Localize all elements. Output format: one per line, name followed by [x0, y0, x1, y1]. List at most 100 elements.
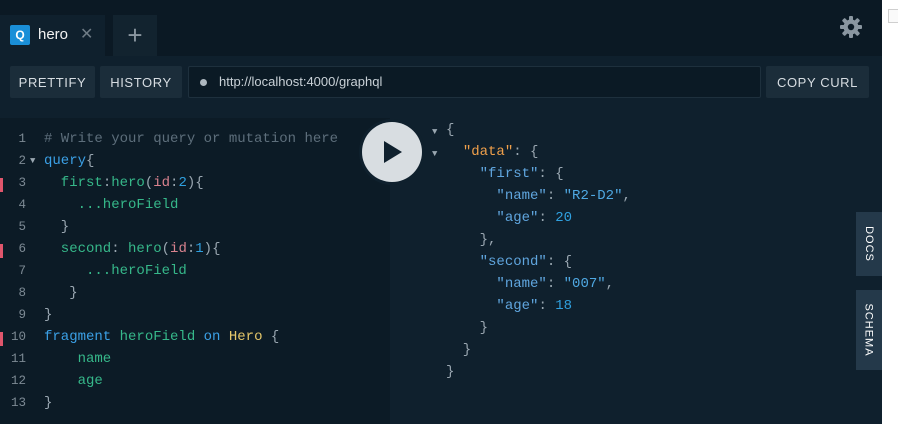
- result-viewer: { "data": { "first": { "name": "R2-D2", …: [390, 118, 856, 424]
- schema-tab[interactable]: SCHEMA: [856, 290, 882, 370]
- code-token: ){: [203, 241, 221, 257]
- result-line: "name": "R2-D2",: [446, 188, 630, 210]
- line-number: 4: [18, 198, 26, 212]
- code-text: }: [44, 219, 69, 235]
- result-token: "name": [496, 188, 547, 204]
- line-number: 8: [18, 286, 26, 300]
- editor-line: 11 name: [0, 350, 390, 372]
- line-number: 12: [10, 374, 26, 388]
- code-token: ...heroField: [44, 263, 187, 279]
- code-token: }: [44, 395, 53, 411]
- code-token: }: [44, 219, 70, 235]
- result-token: : {: [538, 166, 564, 182]
- code-token: age: [44, 373, 103, 389]
- code-text: }: [44, 285, 77, 301]
- result-line: "age": 18: [446, 298, 572, 320]
- editor-line: 5 }: [0, 218, 390, 240]
- docs-tab[interactable]: DOCS: [856, 212, 882, 276]
- code-text: query{: [44, 153, 94, 169]
- query-editor[interactable]: 1 # Write your query or mutation here 2 ▼ qu…: [0, 118, 390, 424]
- result-token: "data": [462, 144, 514, 160]
- result-token: :: [546, 188, 564, 204]
- code-text: # Write your query or mutation here: [44, 131, 338, 147]
- close-icon[interactable]: ✕: [80, 24, 93, 44]
- line-number: 6: [18, 242, 26, 256]
- editor-line: 1 # Write your query or mutation here: [0, 130, 390, 152]
- editor-line: 4 ...heroField: [0, 196, 390, 218]
- result-token: "007": [563, 276, 606, 292]
- result-token: : {: [546, 254, 573, 270]
- query-icon: Q: [10, 25, 30, 45]
- line-number: 10: [10, 330, 26, 344]
- code-text: ...heroField: [44, 197, 179, 213]
- code-text: first:hero(id:2){: [44, 175, 204, 191]
- result-token: }: [446, 364, 455, 380]
- editor-line: 12 age: [0, 372, 390, 394]
- code-token: :: [111, 241, 129, 257]
- code-token: on: [195, 329, 229, 345]
- line-number: 3: [18, 176, 26, 190]
- code-text: }: [44, 307, 52, 323]
- gear-icon[interactable]: [839, 15, 863, 39]
- result-token: "age": [496, 210, 539, 226]
- result-token: :: [538, 298, 556, 314]
- code-token: ){: [186, 175, 204, 191]
- history-button[interactable]: HISTORY: [100, 66, 182, 98]
- result-line: "age": 20: [446, 210, 572, 232]
- prettify-button[interactable]: PRETTIFY: [10, 66, 95, 98]
- code-text: }: [44, 395, 52, 411]
- plus-icon[interactable]: +: [113, 15, 157, 56]
- editor-line: 9}: [0, 306, 390, 328]
- code-token: first: [44, 175, 103, 191]
- run-button[interactable]: [359, 119, 425, 185]
- line-number: 2: [18, 154, 26, 168]
- code-token: 1: [195, 241, 204, 257]
- result-token: [446, 166, 480, 182]
- code-text: age: [44, 373, 103, 389]
- result-line: "first": {: [446, 166, 564, 188]
- tab-hero[interactable]: Q hero ✕: [0, 15, 105, 56]
- code-token: heroField: [119, 329, 196, 345]
- toolbar: PRETTIFY HISTORY http://localhost:4000/g…: [0, 56, 882, 110]
- result-token: }: [446, 342, 472, 358]
- docs-tab-label: DOCS: [863, 226, 875, 262]
- code-token: hero: [128, 241, 162, 257]
- tab-bar: Q hero ✕ +: [0, 0, 882, 56]
- edge-widget: [888, 9, 898, 23]
- result-token: "name": [496, 276, 547, 292]
- result-line: },: [446, 232, 497, 254]
- result-line: }: [446, 364, 454, 386]
- code-text: second: hero(id:1){: [44, 241, 221, 257]
- result-token: [446, 276, 496, 292]
- result-token: [446, 188, 496, 204]
- code-token: (: [161, 241, 171, 257]
- copy-curl-button[interactable]: COPY CURL: [766, 66, 869, 98]
- editor-line: 8 }: [0, 284, 390, 306]
- editor-line: 3 first:hero(id:2){: [0, 174, 390, 196]
- code-token: :: [102, 175, 112, 191]
- result-token: 18: [555, 298, 573, 314]
- code-token: id: [170, 241, 187, 257]
- result-token: [446, 144, 463, 160]
- code-token: # Write your query or mutation here: [44, 131, 339, 147]
- result-token: {: [446, 122, 455, 138]
- result-line: "second": {: [446, 254, 572, 276]
- connection-status-icon: [200, 79, 207, 86]
- result-line: {: [446, 122, 454, 144]
- line-number: 5: [18, 220, 26, 234]
- result-token: },: [446, 232, 497, 248]
- fold-arrow-icon[interactable]: ▼: [432, 149, 437, 159]
- endpoint-url-field[interactable]: http://localhost:4000/graphql: [188, 66, 761, 98]
- result-line: "name": "007",: [446, 276, 614, 298]
- fold-arrow-icon[interactable]: ▼: [432, 127, 437, 137]
- code-token: Hero: [228, 329, 263, 345]
- code-token: :: [186, 241, 196, 257]
- result-line: }: [446, 342, 471, 364]
- code-text: ...heroField: [44, 263, 187, 279]
- tab-title: hero: [38, 26, 69, 43]
- result-token: [446, 210, 496, 226]
- fold-arrow-icon[interactable]: ▼: [30, 156, 35, 166]
- code-text: name: [44, 351, 112, 367]
- result-token: "second": [479, 254, 547, 270]
- code-token: name: [44, 351, 112, 367]
